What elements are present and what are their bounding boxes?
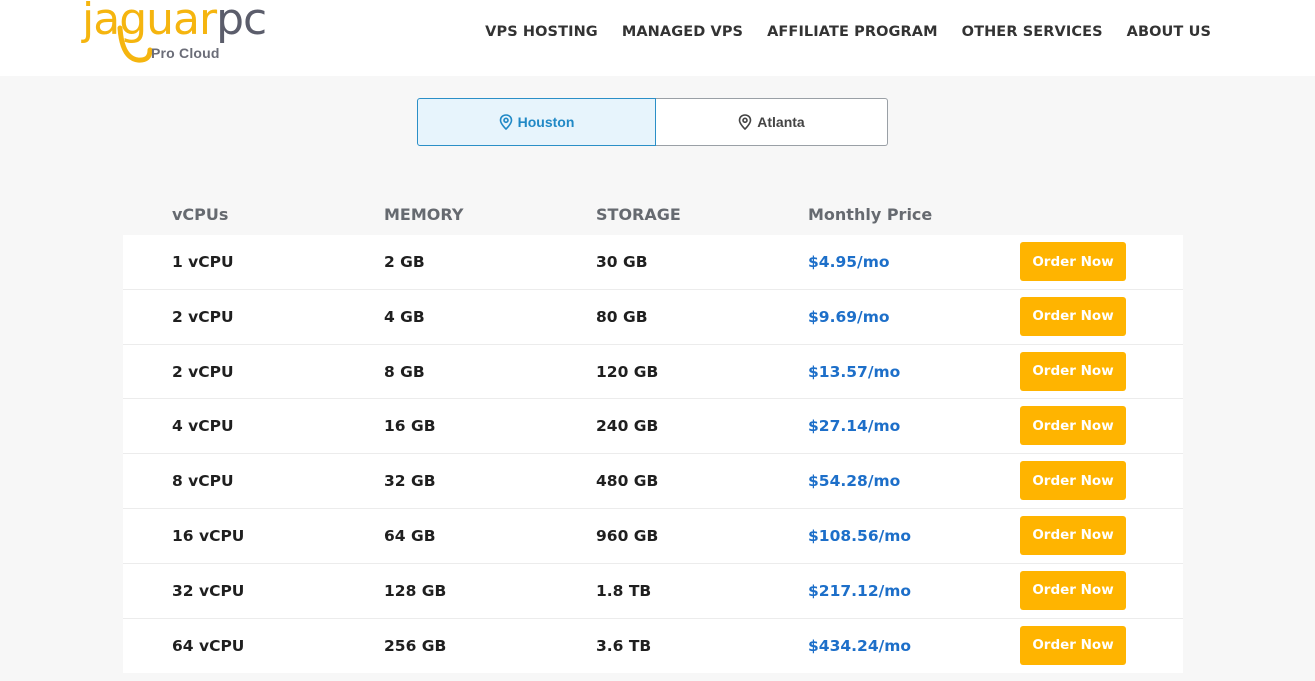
order-now-button[interactable]: Order Now [1020,570,1126,610]
tab-houston[interactable]: Houston [417,98,656,146]
main-nav: VPS HOSTING MANAGED VPS AFFILIATE PROGRA… [461,22,1211,42]
cell-price: $4.95/mo [808,253,890,271]
table-row: 16 vCPU 64 GB 960 GB $108.56/mo Order No… [123,509,1183,564]
cell-vcpu: 2 vCPU [172,362,234,381]
tab-houston-label: Houston [517,114,575,130]
order-now-button[interactable]: Order Now [1020,461,1126,501]
cell-storage: 30 GB [596,253,648,271]
map-pin-icon [738,114,752,130]
cell-storage: 1.8 TB [596,581,652,600]
cell-price: $13.57/mo [808,362,901,381]
table-row: 2 vCPU 8 GB 120 GB $13.57/mo Order Now [123,345,1183,400]
cell-memory: 64 GB [384,526,436,545]
cell-vcpu: 64 vCPU [172,636,245,655]
cell-vcpu: 2 vCPU [172,307,234,326]
cell-vcpu: 16 vCPU [172,526,245,545]
cell-memory: 4 GB [384,307,425,326]
cell-memory: 8 GB [384,362,425,381]
order-now-button[interactable]: Order Now [1020,296,1126,336]
cell-storage: 960 GB [596,526,659,545]
nav-vps-hosting[interactable]: VPS HOSTING [485,22,598,42]
tab-atlanta-label: Atlanta [757,114,805,130]
cell-price: $217.12/mo [808,581,912,600]
cell-memory: 2 GB [384,253,425,271]
site-header: jaguarpc Pro Cloud VPS HOSTING MANAGED V… [0,0,1315,76]
cell-vcpu: 4 vCPU [172,417,234,436]
logo-swoosh-icon [117,25,153,63]
logo-word-pc: pc [216,0,267,45]
cell-memory: 16 GB [384,417,436,436]
cell-storage: 80 GB [596,307,648,326]
table-row: 8 vCPU 32 GB 480 GB $54.28/mo Order Now [123,454,1183,509]
jaguarpc-logo[interactable]: jaguarpc Pro Cloud [82,0,267,74]
cell-price: $54.28/mo [808,472,901,491]
cell-vcpu: 8 vCPU [172,472,234,491]
logo-tagline: Pro Cloud [151,45,220,61]
nav-about-us[interactable]: ABOUT US [1127,22,1211,42]
cell-storage: 3.6 TB [596,636,652,655]
cell-memory: 256 GB [384,636,447,655]
cell-price: $108.56/mo [808,526,912,545]
order-now-button[interactable]: Order Now [1020,406,1126,446]
table-row: 4 vCPU 16 GB 240 GB $27.14/mo Order Now [123,399,1183,455]
cell-storage: 120 GB [596,362,659,381]
nav-affiliate-program[interactable]: AFFILIATE PROGRAM [767,22,938,42]
cell-vcpu: 32 vCPU [172,581,245,600]
order-now-button[interactable]: Order Now [1020,242,1126,281]
table-row: 64 vCPU 256 GB 3.6 TB $434.24/mo Order N… [123,619,1183,674]
cell-memory: 128 GB [384,581,447,600]
nav-managed-vps[interactable]: MANAGED VPS [622,22,743,42]
column-header-storage: STORAGE [596,205,681,224]
pricing-table: 1 vCPU 2 GB 30 GB $4.95/mo Order Now 2 v… [123,235,1183,674]
cell-storage: 480 GB [596,472,659,491]
map-pin-icon [499,114,512,130]
column-header-vcpus: vCPUs [172,205,229,224]
table-row: 2 vCPU 4 GB 80 GB $9.69/mo Order Now [123,290,1183,345]
cell-memory: 32 GB [384,472,436,491]
table-row: 32 vCPU 128 GB 1.8 TB $217.12/mo Order N… [123,564,1183,619]
column-header-monthly-price: Monthly Price [808,205,933,224]
cell-vcpu: 1 vCPU [172,253,234,271]
table-row: 1 vCPU 2 GB 30 GB $4.95/mo Order Now [123,235,1183,290]
location-tabs: Houston Atlanta [417,98,888,146]
order-now-button[interactable]: Order Now [1020,515,1126,555]
order-now-button[interactable]: Order Now [1020,351,1126,391]
order-now-button[interactable]: Order Now [1020,625,1126,665]
tab-atlanta[interactable]: Atlanta [656,98,888,146]
nav-other-services[interactable]: OTHER SERVICES [962,22,1103,42]
cell-price: $434.24/mo [808,636,912,655]
column-header-memory: MEMORY [384,205,464,224]
cell-storage: 240 GB [596,417,659,436]
cell-price: $9.69/mo [808,307,890,326]
cell-price: $27.14/mo [808,417,901,436]
